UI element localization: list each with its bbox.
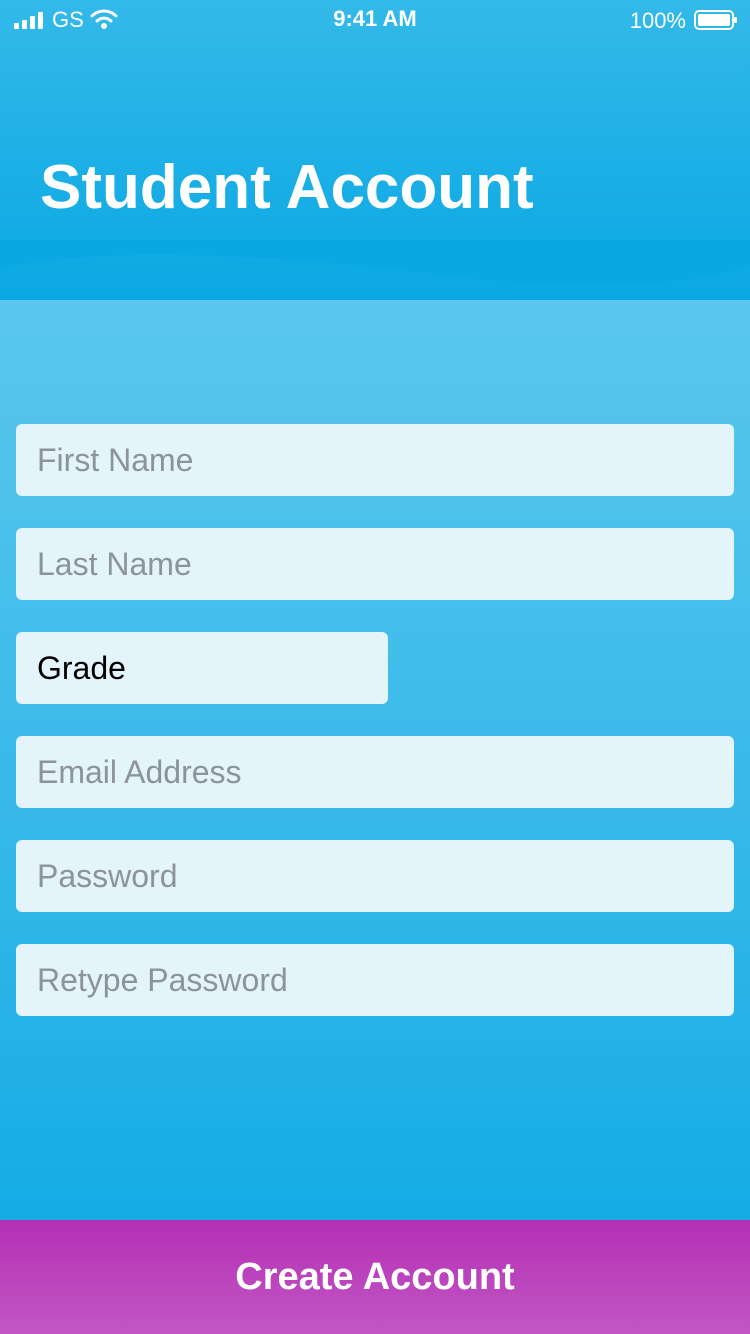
password-input[interactable] [16,840,734,912]
grade-select[interactable]: Grade [16,632,388,704]
battery-icon [694,10,737,30]
create-account-button[interactable]: Create Account [0,1220,750,1334]
email-address-input[interactable] [16,736,734,808]
grade-select-value: Grade [37,650,126,686]
retype-password-input[interactable] [16,944,734,1016]
first-name-input[interactable] [16,424,734,496]
last-name-input[interactable] [16,528,734,600]
header-wave [0,240,750,286]
page-title: Student Account [40,153,534,222]
battery-percentage: 100% [629,8,686,33]
status-bar: GS 9:41 AM 100% [0,0,750,40]
